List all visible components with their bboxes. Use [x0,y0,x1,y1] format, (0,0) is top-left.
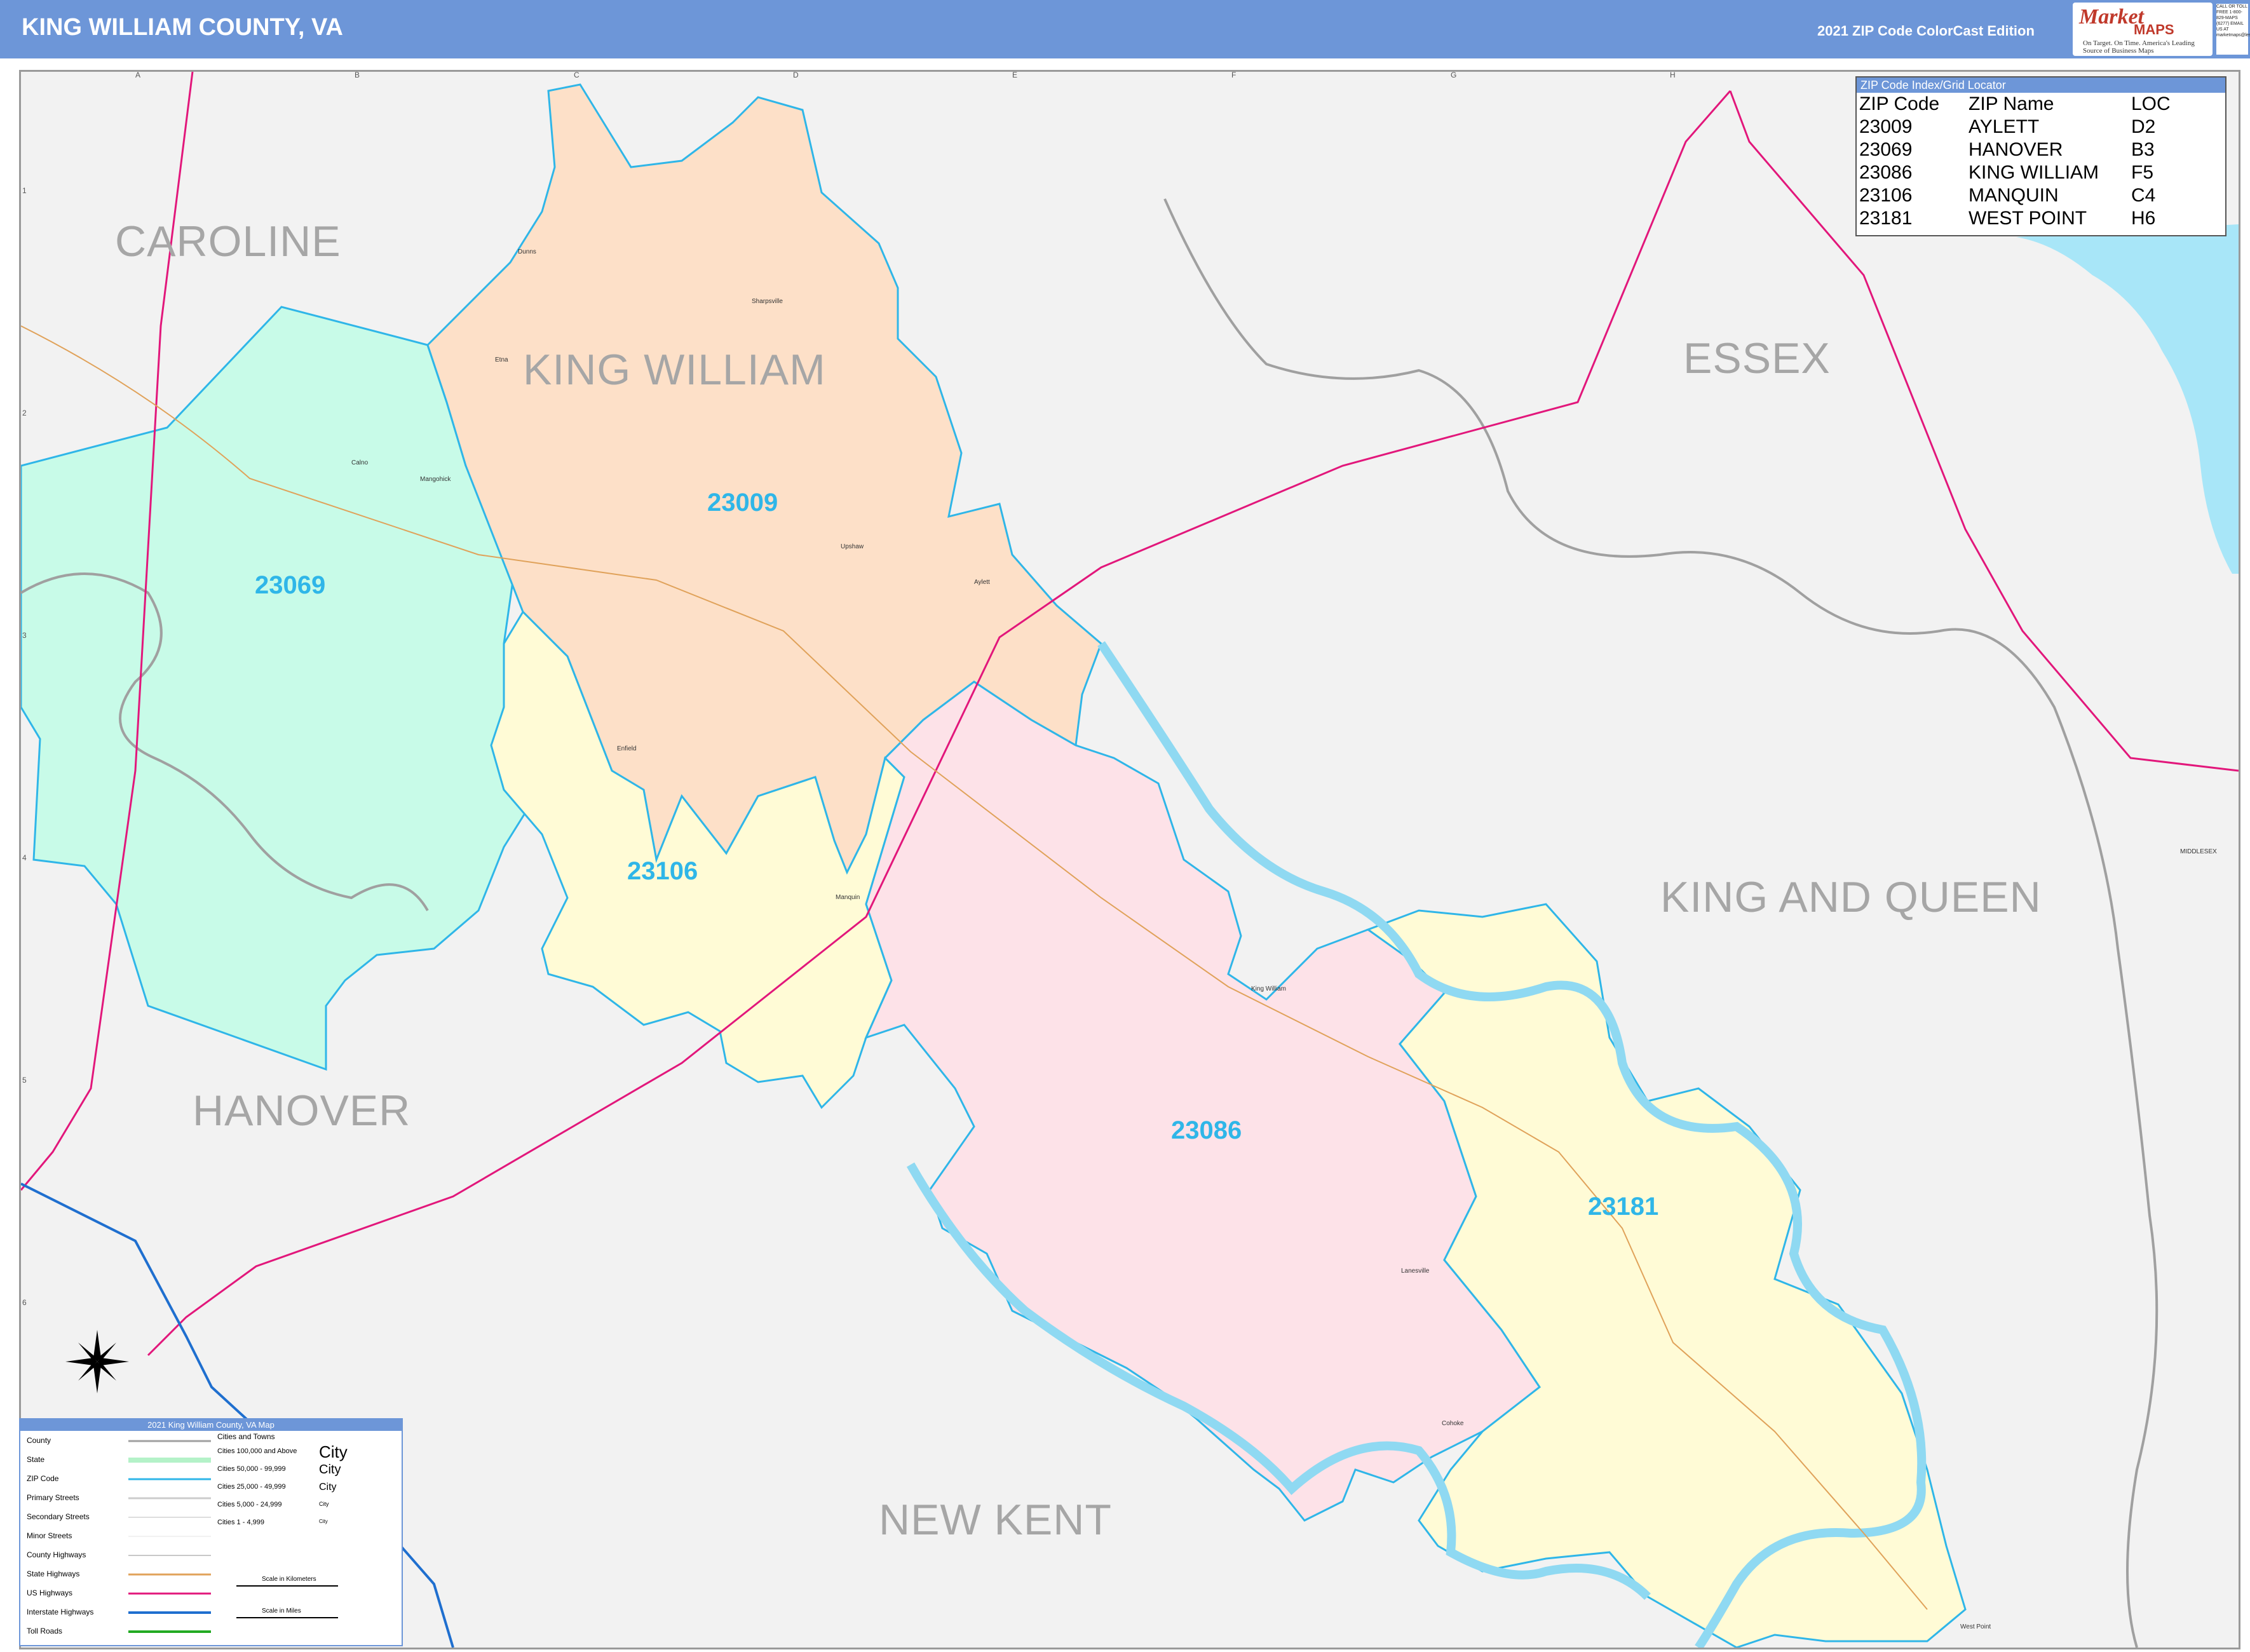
zip-index-header: LOC [2131,93,2171,114]
grid-col-b: B [355,71,360,79]
legend-city-tier-2: Cities 50,000 - 99,999 [217,1465,286,1473]
grid-row-4: 4 [22,853,27,862]
legend-city-tier-3: Cities 25,000 - 49,999 [217,1483,286,1491]
town-label: Lanesville [1401,1268,1430,1275]
legend-cities-title: Cities and Towns [217,1432,275,1441]
grid-col-g: G [1451,71,1457,79]
legend-city-tier-1: Cities 100,000 and Above [217,1447,297,1455]
zip-label-23106: 23106 [627,857,698,885]
grid-row-2: 2 [22,409,27,417]
zip-index-title: ZIP Code Index/Grid Locator [1857,78,2225,93]
grid-col-a: A [135,71,141,79]
contact-info: CALL OR TOLL FREE 1-800-829-MAPS (6277) … [2216,4,2250,55]
loc-cell: D2 [2131,116,2156,137]
county-label-new-kent: NEW KENT [879,1496,1112,1544]
grid-row-5: 5 [22,1076,27,1085]
town-label: Manquin [836,894,860,901]
town-label: Dunns [518,248,536,255]
town-label: Aylett [974,579,990,586]
legend-city-tier-5: Cities 1 - 4,999 [217,1519,264,1526]
legend-scale-km: Scale in Kilometers [262,1576,316,1583]
legend-city-sample-3: City [319,1482,337,1493]
loc-cell: B3 [2131,139,2155,160]
zip-index-table: ZIP Code ZIP Name LOC 23009 AYLETT D2 23… [1859,93,2174,230]
loc-cell: F5 [2131,162,2154,183]
county-label-king-and-queen: KING AND QUEEN [1660,873,2042,921]
market-maps-logo[interactable]: Market MAPS On Target. On Time. America'… [2073,3,2213,56]
zip-name-cell: AYLETT [1969,116,2040,137]
grid-col-h: H [1670,71,1676,79]
loc-cell: H6 [2131,208,2156,229]
town-label: King William [1251,985,1287,992]
logo-tagline: On Target. On Time. America's Leading So… [2083,39,2195,55]
map-canvas[interactable]: A B C D E F G H 1 2 3 4 5 6 CAROLINE KIN… [19,70,2240,1649]
zip-index-header-row: ZIP Code ZIP Name LOC [1859,93,2174,116]
zip-label-23069: 23069 [255,571,326,599]
logo-text-maps: MAPS [2134,22,2174,37]
zip-label-23086: 23086 [1171,1116,1242,1144]
grid-col-d: D [793,71,799,79]
water-body-northeast [2016,224,2239,574]
town-label: Sharpsville [752,298,783,305]
zip-label-23009: 23009 [707,489,778,517]
grid-col-f: F [1231,71,1237,79]
map-graphics [21,72,2239,1648]
zip-cell: 23069 [1859,139,1913,160]
table-row[interactable]: 23181 WEST POINT H6 [1859,207,2174,230]
legend-city-sample-5: City [319,1519,328,1524]
table-row[interactable]: 23069 HANOVER B3 [1859,139,2174,161]
zip-index-header: ZIP Name [1969,93,2054,114]
header-bar: KING WILLIAM COUNTY, VA 2021 ZIP Code Co… [0,0,2250,58]
small-county-label-middlesex: MIDDLESEX [2180,848,2217,855]
town-label: Cohoke [1442,1420,1464,1427]
edition-label: 2021 ZIP Code ColorCast Edition [1817,23,2035,39]
zip-cell: 23009 [1859,116,1913,137]
zip-index-panel: ZIP Code Index/Grid Locator ZIP Code ZIP… [1855,76,2226,236]
zip-name-cell: MANQUIN [1969,185,2059,206]
zip-label-23181: 23181 [1588,1193,1659,1221]
town-label: Etna [495,356,508,363]
county-label-caroline: CAROLINE [115,217,341,266]
legend-city-sample-2: City [319,1463,341,1477]
legend-scale-mi: Scale in Miles [262,1608,301,1615]
loc-cell: C4 [2131,185,2156,206]
grid-row-1: 1 [22,186,27,195]
zip-cell: 23181 [1859,208,1913,229]
grid-row-3: 3 [22,631,27,640]
zip-name-cell: HANOVER [1969,139,2063,160]
zip-cell: 23086 [1859,162,1913,183]
zip-index-header: ZIP Code [1859,93,1940,114]
legend-city-sample-1: City [319,1442,348,1461]
zip-area-23181 [1366,903,1967,1648]
county-label-king-william: KING WILLIAM [523,346,826,394]
map-title: KING WILLIAM COUNTY, VA [22,14,343,41]
county-label-essex: ESSEX [1683,334,1831,383]
town-label: Mangohick [420,476,451,483]
grid-row-6: 6 [22,1298,27,1307]
zip-area-23086 [864,680,1542,1522]
county-label-hanover: HANOVER [193,1087,411,1135]
zip-cell: 23106 [1859,185,1913,206]
table-row[interactable]: 23106 MANQUIN C4 [1859,184,2174,207]
town-label: Upshaw [841,543,864,550]
table-row[interactable]: 23009 AYLETT D2 [1859,116,2174,139]
grid-col-c: C [574,71,579,79]
map-legend: 2021 King William County, VA Map County … [19,1418,403,1646]
legend-city-sample-4: City [319,1501,329,1507]
zip-name-cell: KING WILLIAM [1969,162,2099,183]
compass-rose-icon [65,1330,129,1393]
town-label: Enfield [617,745,637,752]
table-row[interactable]: 23086 KING WILLIAM F5 [1859,161,2174,184]
town-label: Calno [351,459,369,466]
grid-col-e: E [1012,71,1018,79]
town-label: West Point [1960,1623,1991,1630]
legend-city-tier-4: Cities 5,000 - 24,999 [217,1501,282,1508]
zip-name-cell: WEST POINT [1969,208,2087,229]
